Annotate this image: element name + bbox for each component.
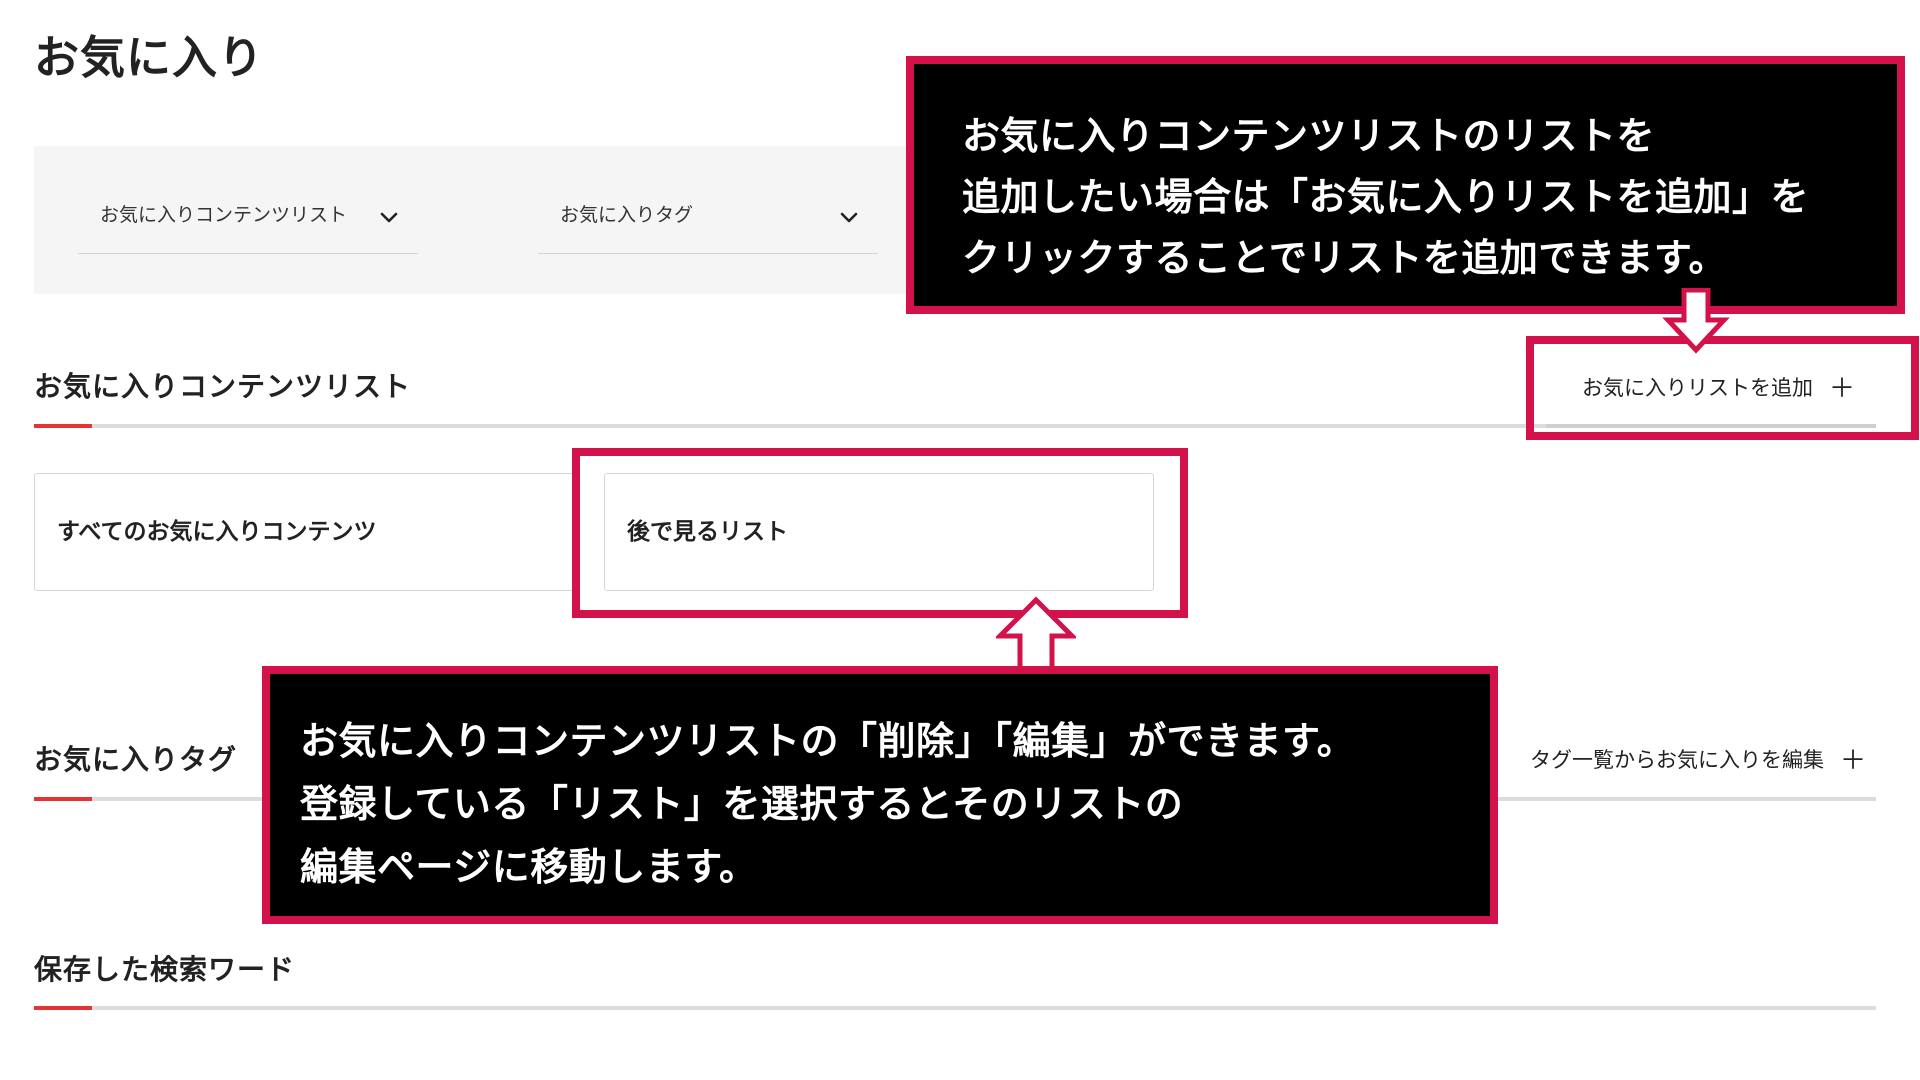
favorites-page: お気に入り お気に入りコンテンツリスト お気に入りタグ お気に入りコンテンツリス… (0, 0, 1920, 1080)
tag-dropdown[interactable]: お気に入りタグ (538, 200, 878, 254)
filter-panel: お気に入りコンテンツリスト お気に入りタグ (34, 146, 924, 294)
section-accent-bar (34, 424, 92, 428)
tag-dropdown-label: お気に入りタグ (560, 204, 694, 226)
tags-section-title: お気に入りタグ (34, 743, 238, 776)
edit-favorites-from-tags-label: タグ一覧からお気に入りを編集 (1530, 748, 1824, 772)
callout-line: 編集ページに移動します。 (300, 845, 758, 889)
chevron-down-icon (380, 212, 398, 223)
section-accent-bar (34, 1006, 92, 1010)
plus-icon: ＋ (1840, 746, 1867, 776)
callout-line: 登録している「リスト」を選択するとそのリストの (300, 782, 1184, 826)
edit-favorites-from-tags-button[interactable]: タグ一覧からお気に入りを編集 ＋ (1530, 744, 1866, 777)
callout-line: お気に入りコンテンツリストのリストを (962, 114, 1656, 158)
chevron-down-icon (840, 212, 858, 223)
list-card-all-favorites[interactable]: すべてのお気に入りコンテンツ (34, 473, 578, 591)
content-list-dropdown-label: お気に入りコンテンツリスト (100, 204, 348, 226)
callout-line: クリックすることでリストを追加できます。 (962, 236, 1728, 280)
page-title: お気に入り (34, 31, 265, 84)
callout-line: 追加したい場合は「お気に入りリストを追加」を (962, 175, 1810, 219)
content-list-section-title: お気に入りコンテンツリスト (34, 370, 412, 403)
callout-line: お気に入りコンテンツリストの「削除」「編集」ができます。 (300, 719, 1356, 763)
callout-add-list-instructions: お気に入りコンテンツリストのリストを 追加したい場合は「お気に入りリストを追加」… (906, 56, 1905, 314)
saved-search-section-title: 保存した検索ワード (34, 953, 296, 986)
section-divider (34, 1006, 1876, 1010)
section-accent-bar (34, 797, 92, 801)
callout-edit-list-instructions: お気に入りコンテンツリストの「削除」「編集」ができます。 登録している「リスト」… (262, 666, 1498, 924)
list-card-label: すべてのお気に入りコンテンツ (57, 519, 377, 545)
arrow-down-icon (1662, 288, 1730, 354)
highlight-list-cards (572, 448, 1188, 618)
content-list-dropdown[interactable]: お気に入りコンテンツリスト (78, 200, 418, 254)
